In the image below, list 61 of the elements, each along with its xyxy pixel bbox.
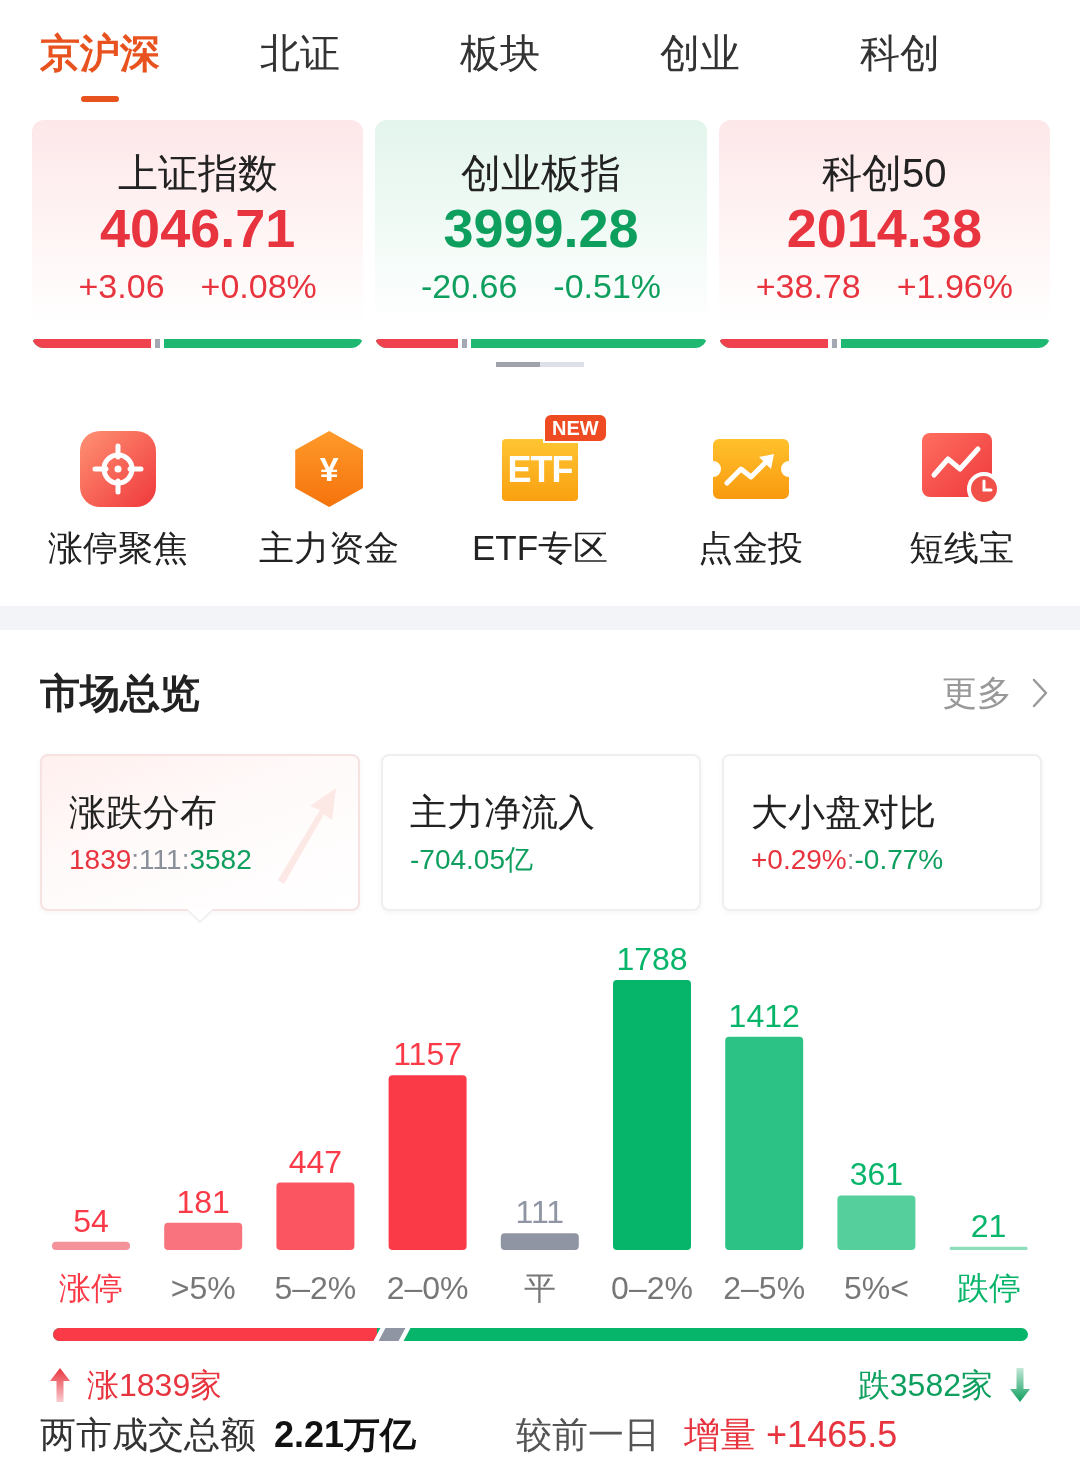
shortcut-button[interactable]: 点金投 [645,413,857,569]
overview-card[interactable]: 大小盘对比 +0.29%:-0.77% [722,754,1042,911]
category-label: 涨停 [59,1270,123,1306]
index-percent: +0.08% [200,266,317,306]
index-percent: +1.96% [896,266,1013,306]
category-label: >5% [170,1270,236,1306]
flat-segment [373,1328,411,1341]
bar-value-label: 1788 [616,941,688,977]
index-change: +38.78 [755,266,861,306]
index-value: 4046.71 [100,198,296,258]
bar-value-label: 1157 [393,1036,462,1073]
shortcut-button[interactable]: 涨停聚焦 [13,413,224,569]
shortcut-button[interactable]: 短线宝 [856,413,1067,569]
category-label: 2–0% [386,1270,469,1306]
category-label: 5–2% [274,1270,357,1306]
turnover-value: 2.21万亿 [274,1415,417,1455]
bar-value-label: 361 [849,1156,904,1193]
shortcut-button[interactable]: NEW ETF ETF专区 [434,413,646,569]
category-label: 5%< [843,1270,909,1306]
bar-value-label: 1412 [728,997,800,1034]
tab[interactable]: 创业 [600,0,800,106]
index-card[interactable]: 上证指数 4046.71 +3.06 +0.08% [32,120,364,348]
turnover-change: 增量 +1465.5 [684,1415,898,1455]
chevron-right-icon [1032,678,1048,708]
category-label: 跌停 [956,1270,1021,1306]
overview-card[interactable]: 主力净流入 -704.05亿 [381,754,701,911]
rise-count: 涨1839家 [87,1366,223,1405]
index-card[interactable]: 科创50 2014.38 +38.78 +1.96% [718,120,1050,348]
tab[interactable]: 板块 [400,0,600,106]
tab[interactable]: 科创 [800,0,1000,106]
bar-value-label: 21 [970,1207,1007,1244]
pointer-icon [187,909,213,923]
index-name: 上证指数 [117,150,278,196]
turnover-label: 两市成交总额 [40,1415,256,1455]
fall-count: 跌3582家 [857,1366,993,1405]
compare-label: 较前一日 [516,1415,661,1455]
index-value: 3999.28 [443,198,639,258]
new-badge: NEW [543,413,608,443]
index-change: +3.06 [78,266,165,306]
bar-value-label: 447 [288,1143,343,1180]
arrow-down-icon [1010,1368,1030,1402]
index-name: 科创50 [822,150,947,196]
crosshair-icon [80,431,157,507]
category-label: 0–2% [611,1270,693,1306]
etf-tile-icon: ETF [502,439,578,501]
index-change: -20.66 [420,266,518,306]
section-title: 市场总览 [40,670,200,716]
tab[interactable]: 北证 [200,0,400,106]
tab[interactable]: 京沪深 [0,0,200,106]
index-value: 2014.38 [786,198,982,258]
bar-value-label: 54 [73,1202,109,1239]
category-label: 平 [523,1270,556,1306]
ticket-trend-icon [712,439,789,499]
bar-value-label: 181 [176,1183,230,1220]
index-card[interactable]: 创业板指 3999.28 -20.66 -0.51% [375,120,707,348]
index-name: 创业板指 [461,150,621,196]
index-percent: -0.51% [553,266,662,306]
arrow-up-icon [50,1368,70,1402]
category-label: 2–5% [723,1270,806,1306]
shortcut-button[interactable]: ¥ 主力资金 [223,413,435,569]
bar-value-label: 111 [515,1194,565,1231]
